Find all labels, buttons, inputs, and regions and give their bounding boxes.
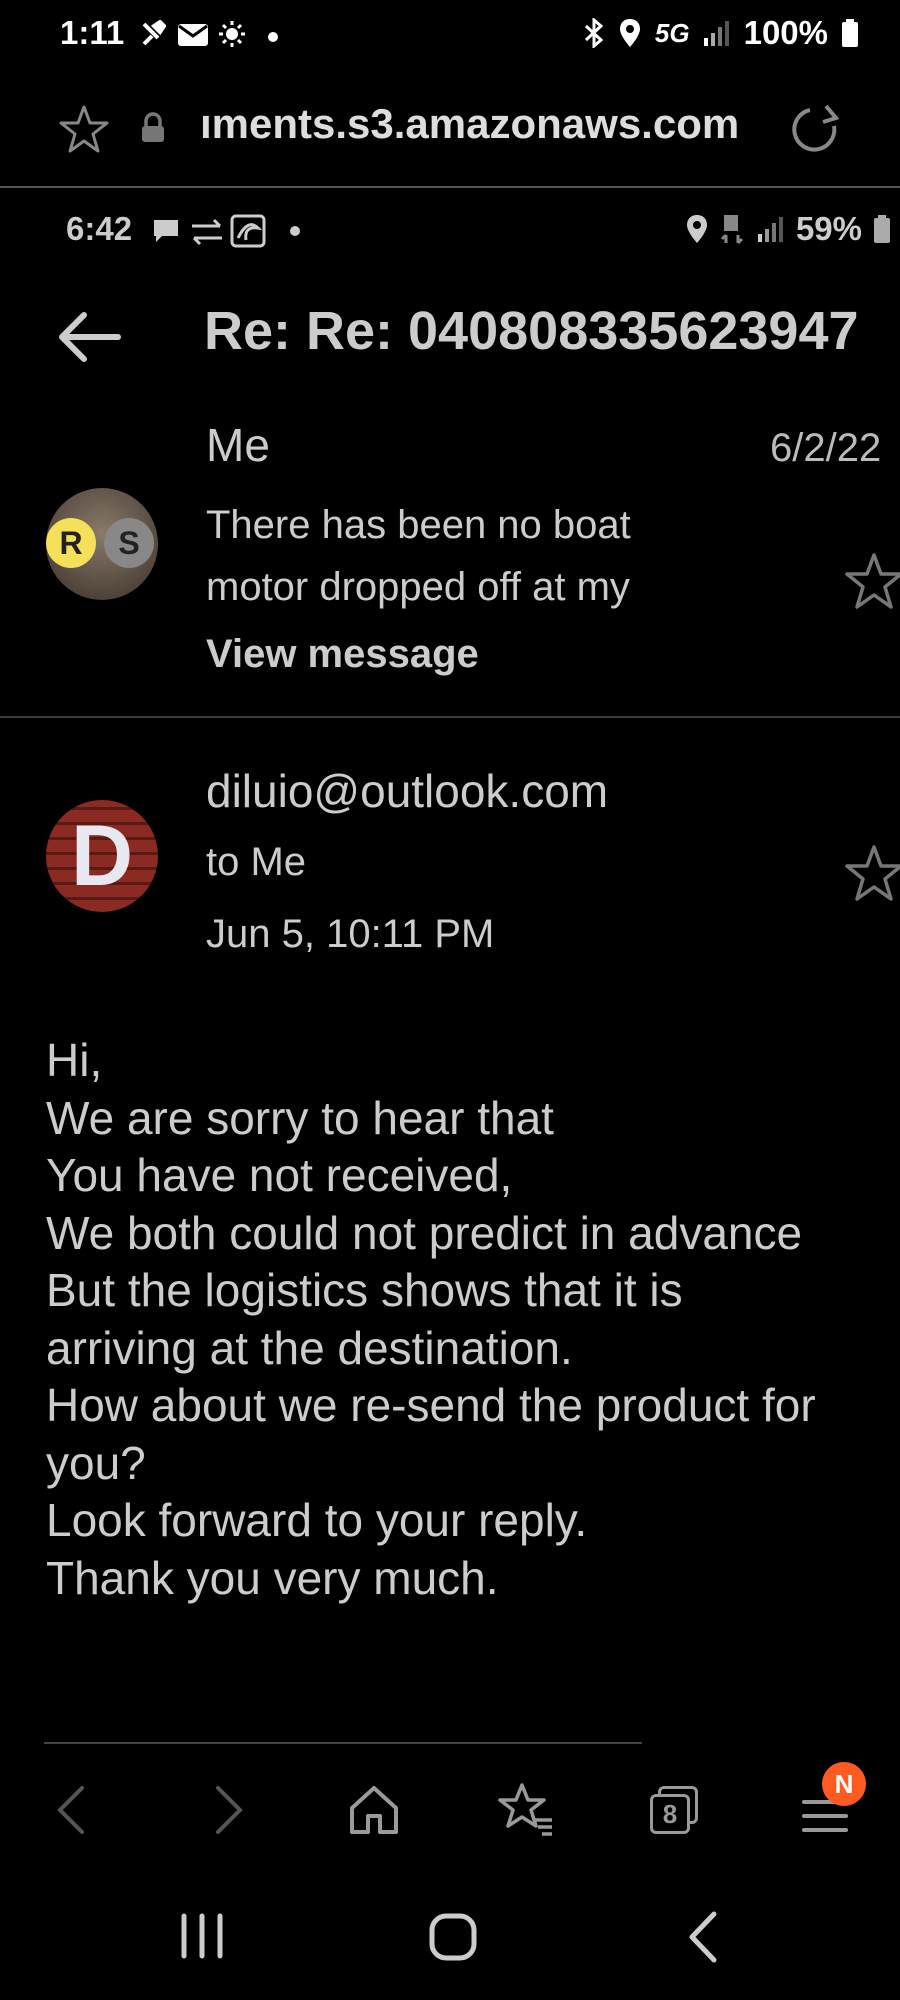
battery-icon bbox=[842, 19, 858, 47]
body-line: How about we re-send the product for bbox=[46, 1379, 816, 1431]
location-icon bbox=[619, 19, 640, 47]
avatar-letter-s: S bbox=[104, 518, 154, 568]
recent-apps-icon[interactable] bbox=[178, 1912, 226, 1960]
back-arrow-icon[interactable] bbox=[56, 312, 122, 362]
body-line: Thank you very much. bbox=[46, 1551, 499, 1604]
home-icon[interactable] bbox=[348, 1784, 400, 1836]
system-back-icon[interactable] bbox=[686, 1910, 722, 1964]
tools-icon bbox=[142, 20, 166, 46]
bookmarks-icon[interactable] bbox=[498, 1782, 554, 1838]
inner-battery-icon bbox=[874, 215, 890, 243]
avatar-letter-d: D bbox=[70, 808, 134, 904]
mail-icon bbox=[178, 24, 208, 46]
inner-dot-indicator bbox=[290, 226, 300, 236]
message1-snippet[interactable]: There has been no boat motor dropped off… bbox=[206, 494, 706, 618]
battery-percent: 100% bbox=[743, 14, 828, 51]
inner-location-icon bbox=[686, 215, 707, 243]
tabs-button[interactable]: 8 bbox=[648, 1786, 702, 1836]
body-line: You have not received, bbox=[46, 1149, 513, 1201]
message1-star-icon[interactable] bbox=[844, 552, 900, 610]
message-divider bbox=[0, 716, 900, 718]
data-transfer-icon bbox=[192, 218, 222, 246]
body-line: We are sorry to hear that bbox=[46, 1091, 554, 1144]
message1-date: 6/2/22 bbox=[770, 426, 882, 470]
scroll-progress-line bbox=[44, 1742, 642, 1744]
inner-status-right: 59% bbox=[686, 210, 890, 248]
signal-icon bbox=[703, 21, 729, 46]
inner-battery-percent: 59% bbox=[795, 210, 862, 247]
view-message-link[interactable]: View message bbox=[206, 632, 479, 677]
chat-icon bbox=[154, 220, 178, 242]
body-line: But the logistics shows that it is bbox=[46, 1264, 683, 1316]
inner-status-time: 6:42 bbox=[66, 210, 133, 247]
message-body: Hi, We are sorry to hear that You have n… bbox=[46, 1032, 886, 1607]
bookmark-star-icon[interactable] bbox=[58, 104, 110, 154]
body-line: Look forward to your reply. bbox=[46, 1494, 588, 1546]
avatar-letter-r: R bbox=[46, 518, 96, 568]
inner-signal-icon bbox=[757, 217, 783, 242]
body-line: We both could not predict in advance bbox=[46, 1206, 803, 1259]
address-bar-divider bbox=[0, 186, 900, 188]
message2-date: Jun 5, 10:11 PM bbox=[206, 912, 495, 956]
reload-icon[interactable] bbox=[790, 104, 840, 154]
browser-back-icon[interactable] bbox=[52, 1784, 92, 1836]
dot-indicator bbox=[268, 32, 278, 42]
message2-sender[interactable]: diluio@outlook.com bbox=[206, 764, 608, 818]
message2-star-icon[interactable] bbox=[844, 844, 900, 902]
menu-notification-badge: N bbox=[822, 1762, 866, 1806]
lte-icon bbox=[720, 215, 743, 245]
system-home-icon[interactable] bbox=[428, 1912, 478, 1962]
body-line: arriving at the destination. bbox=[46, 1321, 573, 1374]
status-time: 1:11 bbox=[60, 14, 125, 51]
status-right: 5G 100% bbox=[583, 14, 858, 52]
avatar-me[interactable]: R S bbox=[46, 488, 158, 600]
brightness-icon bbox=[219, 21, 245, 47]
bluetooth-icon bbox=[584, 18, 604, 48]
tab-count: 8 bbox=[650, 1794, 690, 1834]
avatar-sender[interactable]: D bbox=[46, 800, 158, 912]
email-subject: Re: Re: 040808335623947 bbox=[204, 301, 859, 361]
body-line: you? bbox=[46, 1436, 146, 1489]
message1-sender: Me bbox=[206, 419, 270, 471]
url-field[interactable]: ıments.s3.amazonaws.com bbox=[200, 100, 739, 148]
message2-recipient[interactable]: to Me bbox=[206, 840, 306, 885]
network-type: 5G bbox=[654, 17, 690, 48]
browser-forward-icon[interactable] bbox=[208, 1784, 248, 1836]
lock-icon bbox=[142, 112, 164, 142]
app-notification-icon bbox=[230, 214, 266, 248]
body-line: Hi, bbox=[46, 1034, 103, 1086]
